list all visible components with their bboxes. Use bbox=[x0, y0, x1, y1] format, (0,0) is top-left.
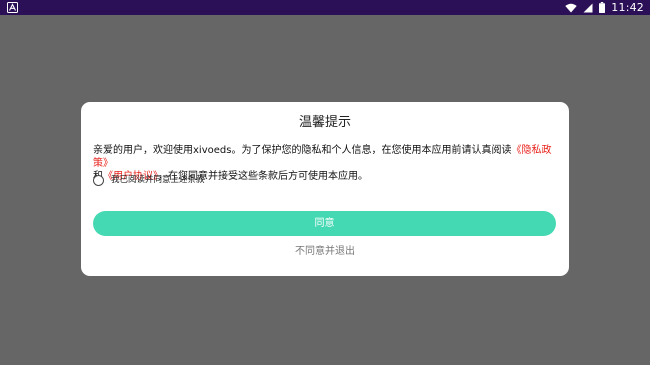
agree-radio[interactable] bbox=[93, 174, 104, 186]
agree-checkbox-row[interactable]: 我已阅读并同意上述条款 bbox=[93, 173, 205, 187]
signal-icon bbox=[583, 3, 593, 12]
dialog-title: 温馨提示 bbox=[298, 115, 351, 130]
android-debug-icon bbox=[7, 2, 18, 13]
status-bar: 11:42 bbox=[0, 0, 650, 15]
status-time: 11:42 bbox=[611, 1, 644, 14]
status-icons: 11:42 bbox=[565, 0, 644, 15]
agree-checkbox-label[interactable]: 我已阅读并同意上述条款 bbox=[111, 174, 205, 186]
privacy-dialog: 温馨提示 亲爱的用户，欢迎使用xivoeds。为了保护您的隐私和个人信息，在您使… bbox=[81, 102, 569, 276]
decline-and-exit-link[interactable]: 不同意并退出 bbox=[81, 245, 569, 259]
battery-icon bbox=[599, 2, 606, 13]
body-text-part1: 亲爱的用户，欢迎使用xivoeds。为了保护您的隐私和个人信息，在您使用本应用前… bbox=[93, 145, 512, 156]
wifi-icon bbox=[565, 3, 577, 12]
agree-button[interactable]: 同意 bbox=[93, 211, 556, 236]
